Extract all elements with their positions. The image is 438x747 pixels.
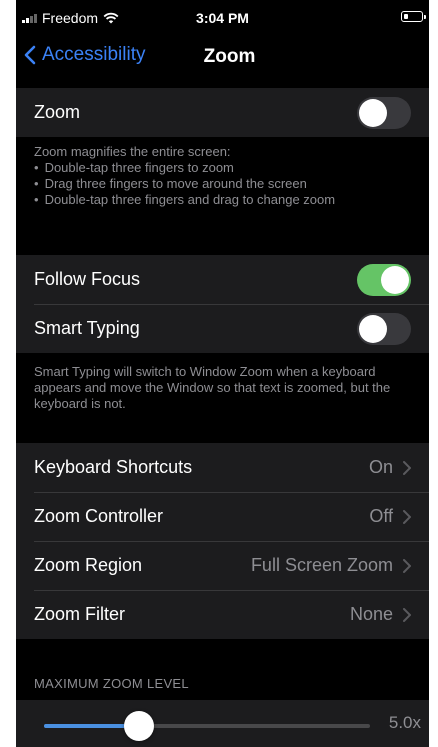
zoom-toggle[interactable] [357,96,411,129]
toggle-knob [359,98,387,127]
max-zoom-slider[interactable] [44,711,370,741]
option-value: Off [369,506,393,526]
chevron-right-icon [403,558,411,573]
focus-group: Follow Focus Smart Typing [16,255,429,353]
keyboard-shortcuts-row[interactable]: Keyboard Shortcuts On [16,443,429,492]
zoom-filter-row[interactable]: Zoom Filter None [16,590,429,639]
option-value: Full Screen Zoom [250,555,393,575]
option-label: Zoom Region [34,555,143,575]
battery-icon [401,11,426,22]
zoom-footer-item: Double-tap three fingers to zoom [34,160,411,176]
chevron-right-icon [403,460,411,475]
max-zoom-slider-row: 5.0x [16,700,429,747]
toggle-knob [381,265,409,294]
zoom-group: Zoom [16,88,429,137]
max-zoom-value: 5.0x [388,713,421,732]
option-value: None [349,604,393,624]
zoom-controller-row[interactable]: Zoom Controller Off [16,492,429,541]
follow-focus-row: Follow Focus [16,255,429,304]
smart-typing-toggle[interactable] [357,312,411,345]
zoom-footer-item: Drag three fingers to move around the sc… [34,176,411,192]
zoom-footer-item: Double-tap three fingers and drag to cha… [34,192,411,208]
option-value: On [368,457,393,477]
toggle-knob [359,314,387,343]
slider-thumb[interactable] [123,711,154,741]
page-title: Zoom [203,46,256,67]
zoom-footer: Zoom magnifies the entire screen: Double… [16,144,429,208]
chevron-right-icon [403,509,411,524]
zoom-footer-title: Zoom magnifies the entire screen: [34,144,231,159]
status-time: 3:04 PM [196,10,249,26]
zoom-label: Zoom [34,102,81,122]
chevron-right-icon [403,607,411,622]
zoom-region-row[interactable]: Zoom Region Full Screen Zoom [16,541,429,590]
phone-screen: Freedom 3:04 PM Accessibility Zoom Zoom … [16,0,429,747]
option-label: Zoom Controller [34,506,164,526]
option-label: Zoom Filter [34,604,126,624]
smart-typing-row: Smart Typing [16,304,429,353]
zoom-row: Zoom [16,88,429,137]
max-zoom-header: MAXIMUM ZOOM LEVEL [34,676,189,691]
status-bar: Freedom 3:04 PM [16,0,429,36]
follow-focus-label: Follow Focus [34,269,141,289]
smart-typing-label: Smart Typing [34,318,140,338]
follow-focus-toggle[interactable] [357,263,411,296]
smart-typing-footer: Smart Typing will switch to Window Zoom … [34,364,391,411]
navigation-bar: Accessibility Zoom [16,36,429,80]
option-label: Keyboard Shortcuts [34,457,193,477]
options-group: Keyboard Shortcuts On Zoom Controller Of… [16,443,429,639]
